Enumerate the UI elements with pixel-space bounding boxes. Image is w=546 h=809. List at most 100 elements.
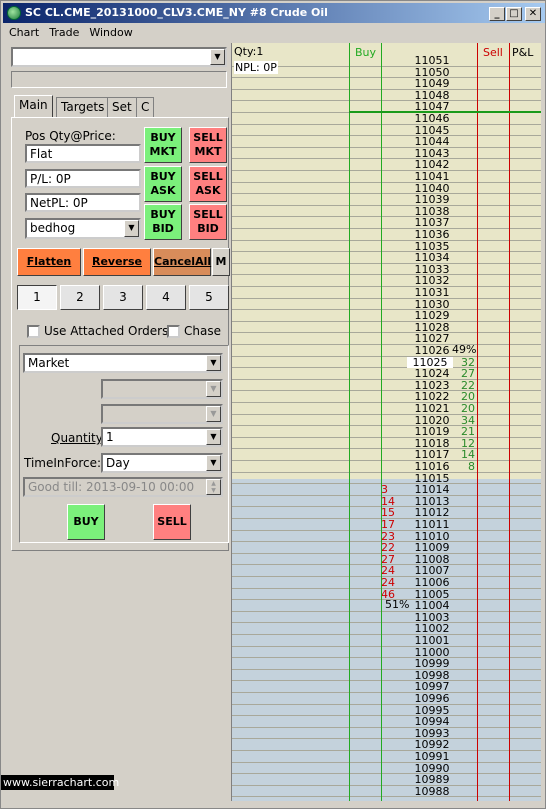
price-cell: 10994 [414, 715, 450, 729]
more-button[interactable]: M [212, 248, 230, 276]
ladder-row[interactable]: 11000 [231, 647, 541, 659]
ladder-row[interactable]: 11046 [231, 113, 541, 125]
qty-preset-5[interactable]: 5 [189, 285, 229, 310]
menu-chart[interactable]: Chart [3, 23, 43, 39]
ladder-row[interactable]: 11032 [231, 275, 541, 287]
account-select[interactable]: bedhog ▼ [25, 218, 141, 239]
ladder-row[interactable]: 11028 [231, 322, 541, 334]
ladder-row[interactable]: 11031 [231, 287, 541, 299]
attached-orders-checkbox[interactable] [27, 325, 40, 338]
ladder-row[interactable]: 11040 [231, 183, 541, 195]
ladder-row[interactable]: 11035 [231, 241, 541, 253]
price-ladder[interactable]: 11051 11050 11049 11048 11047 11046 11045 11044… [231, 43, 541, 801]
ladder-row[interactable]: 11044 [231, 136, 541, 148]
ladder-row[interactable]: 11029 [231, 310, 541, 322]
flatten-button[interactable]: Flatten [17, 248, 81, 276]
symbol-select[interactable]: ▼ [11, 47, 227, 67]
ladder-row[interactable]: 11049 [231, 78, 541, 90]
ladder-row[interactable]: 11027 [231, 333, 541, 345]
ladder-row[interactable]: 10990 [231, 763, 541, 775]
qty-preset-1[interactable]: 1 [17, 285, 57, 310]
menu-trade[interactable]: Trade [43, 23, 83, 39]
maximize-button[interactable]: □ [506, 7, 522, 21]
tab-set[interactable]: Set [107, 97, 137, 117]
ladder-row[interactable]: 11006 24 [231, 577, 541, 589]
price-cell: 11006 [414, 576, 450, 589]
ladder-row[interactable]: 11041 [231, 171, 541, 183]
price-cell: 11026 [414, 344, 450, 357]
ladder-row[interactable]: 11002 [231, 623, 541, 635]
tif-select[interactable]: Day ▼ [101, 453, 223, 473]
ladder-row[interactable]: 11023 22 [231, 380, 541, 392]
ladder-row[interactable]: 10989 [231, 774, 541, 786]
minimize-button[interactable]: _ [489, 7, 505, 21]
ladder-row[interactable]: 11018 12 [231, 438, 541, 450]
ladder-row[interactable]: 11034 [231, 252, 541, 264]
price-cell: 11041 [414, 170, 450, 183]
ladder-row[interactable]: 11033 [231, 264, 541, 276]
buy-market-button[interactable]: BUY MKT [144, 127, 182, 163]
sell-column-line [477, 43, 478, 801]
qty-preset-3[interactable]: 3 [103, 285, 143, 310]
menu-window[interactable]: Window [83, 23, 136, 39]
price-cell: 11036 [414, 228, 450, 241]
cancel-all-button[interactable]: CancelAll [153, 248, 211, 276]
buy-button[interactable]: BUY [67, 504, 105, 540]
ladder-row[interactable]: 11003 [231, 612, 541, 624]
ask-qty-cell: 20 [461, 390, 475, 404]
price-cell: 11027 [414, 332, 450, 346]
price-cell: 11029 [414, 309, 450, 323]
ladder-row[interactable]: 11030 [231, 299, 541, 311]
price-cell: 11033 [414, 262, 450, 276]
qty-preset-4[interactable]: 4 [146, 285, 186, 310]
ladder-row[interactable]: 11048 [231, 90, 541, 102]
ladder-row[interactable]: 10993 [231, 728, 541, 740]
pl-header: P&L [512, 46, 534, 59]
ladder-row[interactable]: 11039 [231, 194, 541, 206]
ladder-row[interactable]: 11011 17 [231, 519, 541, 531]
ladder-row[interactable]: 10994 [231, 716, 541, 728]
chase-checkbox[interactable] [167, 325, 180, 338]
sell-ask-button[interactable]: SELL ASK [189, 166, 227, 202]
close-button[interactable]: ✕ [525, 7, 541, 21]
sell-button[interactable]: SELL [153, 504, 191, 540]
ladder-row[interactable]: 11019 21 [231, 426, 541, 438]
price2-select: ▼ [101, 404, 223, 424]
ladder-row[interactable]: 11024 27 [231, 368, 541, 380]
ladder-row[interactable]: 10996 [231, 693, 541, 705]
quantity-select[interactable]: 1 ▼ [101, 427, 223, 447]
ladder-row[interactable]: 11025 32 [231, 356, 541, 369]
qty-preset-2[interactable]: 2 [60, 285, 100, 310]
ladder-row[interactable]: 11037 [231, 217, 541, 229]
order-type-select[interactable]: Market ▼ [23, 353, 223, 373]
ladder-row[interactable]: 10998 [231, 670, 541, 682]
ladder-row[interactable]: 11026 [231, 345, 541, 357]
ladder-row[interactable]: 11036 [231, 229, 541, 241]
ladder-row[interactable]: 11021 20 [231, 403, 541, 415]
ladder-row[interactable]: 10992 [231, 739, 541, 751]
tab-targets[interactable]: Targets [56, 97, 110, 117]
sell-market-button[interactable]: SELL MKT [189, 127, 227, 163]
reverse-button[interactable]: Reverse [83, 248, 151, 276]
ladder-row[interactable]: 11038 [231, 206, 541, 218]
tab-c[interactable]: C [136, 97, 155, 117]
ladder-row[interactable]: 10999 [231, 658, 541, 670]
ladder-row[interactable]: 11022 20 [231, 391, 541, 403]
ladder-row[interactable]: 11045 [231, 125, 541, 137]
ladder-row[interactable]: 10991 [231, 751, 541, 763]
ladder-row[interactable]: 11020 34 [231, 415, 541, 427]
price-cell: 11044 [414, 135, 450, 149]
sell-bid-button[interactable]: SELL BID [189, 204, 227, 240]
ladder-row[interactable]: 11042 [231, 159, 541, 171]
ladder-row[interactable]: 11001 [231, 635, 541, 647]
ladder-row[interactable]: 10995 [231, 705, 541, 717]
buy-ask-button[interactable]: BUY ASK [144, 166, 182, 202]
tab-main[interactable]: Main [14, 95, 53, 117]
ladder-row[interactable]: 11043 [231, 148, 541, 160]
ladder-row[interactable]: 10988 [231, 786, 541, 798]
buy-bid-button[interactable]: BUY BID [144, 204, 182, 240]
bid-qty-cell: 17 [381, 518, 395, 531]
ladder-row[interactable]: 10997 [231, 681, 541, 693]
ladder-row[interactable]: 11017 14 [231, 449, 541, 461]
ladder-row[interactable]: 11016 8 [231, 461, 541, 473]
